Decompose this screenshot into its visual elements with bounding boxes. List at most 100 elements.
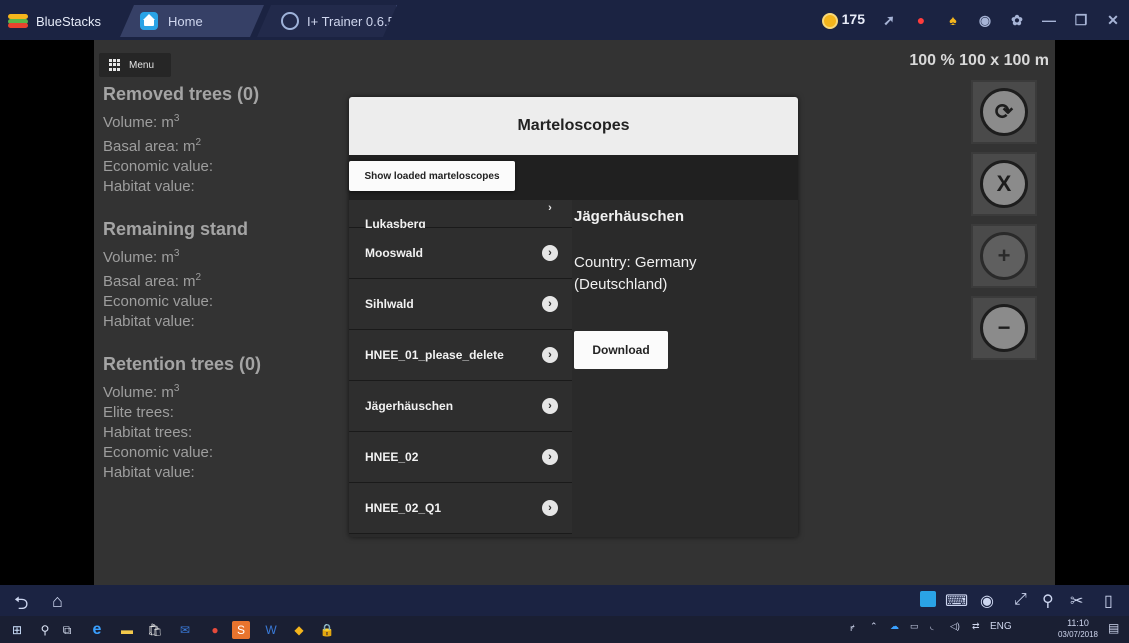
download-button[interactable]: Download [574, 331, 668, 369]
clock[interactable]: 11:10 03/07/2018 [1056, 618, 1100, 640]
home-icon [140, 12, 158, 30]
menu-button[interactable]: Menu [99, 53, 171, 77]
lock-icon[interactable]: 🔒 [318, 621, 336, 639]
bluestacks-titlebar: BlueStacks Home I+ Trainer 0.6.5 175 ➚ ●… [0, 0, 1129, 40]
remaining-stand-title: Remaining stand [103, 219, 249, 239]
remaining-economic: Economic value: [103, 293, 214, 310]
people-icon[interactable]: ꝵ [850, 621, 855, 634]
chevron-up-icon[interactable]: ⌃ [870, 621, 878, 632]
volume-icon[interactable]: ◁) [950, 621, 960, 632]
retention-volume: Volume: m3 [103, 383, 180, 401]
removed-basal-area: Basal area: m2 [103, 137, 202, 155]
titlebar-controls: 175 ➚ ● ♠ ◉ ✿ — ❐ ✕ [821, 8, 1121, 32]
keyboard-icon[interactable]: ⌨ [945, 591, 968, 611]
remaining-basal-area: Basal area: m2 [103, 272, 202, 290]
refresh-button[interactable]: ⟳ [971, 80, 1037, 144]
tab-home[interactable]: Home [120, 5, 264, 37]
list-item[interactable]: HNEE_01_please_delete › [349, 330, 572, 381]
list-item-label: HNEE_02 [365, 450, 419, 464]
edge-icon[interactable]: e [88, 621, 106, 639]
gear-icon[interactable]: ✿ [1009, 12, 1025, 28]
chevron-right-icon: › [542, 449, 558, 465]
tab-label: I+ Trainer 0.6.5 [307, 13, 395, 29]
store-icon[interactable]: 🛍 [146, 621, 164, 639]
list-item[interactable]: HNEE_02 › [349, 432, 572, 483]
file-explorer-icon[interactable]: ▬ [118, 621, 136, 639]
screen: BlueStacks Home I+ Trainer 0.6.5 175 ➚ ●… [0, 0, 1129, 643]
list-item-label: HNEE_01_please_delete [365, 348, 504, 362]
chevron-right-icon: › [548, 202, 552, 214]
restore-icon[interactable]: ❐ [1073, 12, 1089, 28]
chevron-right-icon: › [542, 245, 558, 261]
grid-menu-icon [109, 59, 121, 71]
removed-volume: Volume: m3 [103, 113, 180, 131]
list-item[interactable]: Jägerhäuschen › [349, 381, 572, 432]
bluestacks-taskbar-icon[interactable]: ◆ [290, 621, 308, 639]
windows-taskbar: ⊞ ⚲ ⧉ e ▬ 🛍 ✉ ● S W ◆ 🔒 ꝵ ⌃ ☁ ▭ ◟ ◁) ⇄ E… [0, 616, 1129, 643]
close-icon[interactable]: ✕ [1105, 12, 1121, 28]
task-view-icon[interactable]: ⧉ [58, 621, 76, 639]
fullscreen-icon[interactable]: ⤢ [1014, 591, 1027, 609]
language-indicator[interactable]: ENG [990, 621, 1012, 632]
tab-label: Home [168, 13, 203, 29]
list-item[interactable]: Sihlwald › [349, 279, 572, 330]
list-item[interactable]: Lukasberg › [349, 200, 572, 231]
rotate-icon[interactable]: ▯ [1104, 591, 1113, 611]
bell-icon[interactable]: ♠ [945, 12, 961, 28]
chrome-icon[interactable]: ● [206, 621, 224, 639]
menu-label: Menu [129, 59, 155, 71]
windows-start-icon[interactable]: ⊞ [8, 621, 26, 639]
list-item-label: HNEE_02_Q1 [365, 501, 442, 515]
removed-habitat: Habitat value: [103, 178, 195, 195]
list-item-label: Sihlwald [365, 297, 414, 311]
coin-icon [821, 12, 838, 29]
retention-trees-title: Retention trees (0) [103, 354, 262, 374]
onedrive-icon[interactable]: ☁ [890, 621, 899, 632]
window-icon[interactable] [920, 591, 936, 607]
app-screen: Menu 100 % 100 x 100 m Removed trees (0)… [94, 40, 1055, 585]
bluestacks-bottom-bar: ⮌ ⌂ ⌨ ◉ ⤢ ⚲ ✂ ▯ [0, 585, 1129, 616]
list-item[interactable]: HNEE_02_Q1 › [349, 483, 572, 534]
tab-label: BlueStacks [36, 13, 102, 29]
zoom-in-button[interactable]: + [971, 224, 1037, 288]
account-icon[interactable]: ◉ [977, 12, 993, 28]
dialog-toolbar: Show loaded marteloscopes [349, 155, 798, 200]
wifi-icon[interactable]: ◟ [930, 621, 934, 632]
detail-name: Jägerhäuschen [574, 208, 685, 225]
removed-trees-group: Removed trees (0) Volume: m3 Basal area:… [103, 84, 261, 197]
scissors-icon[interactable]: ✂ [1070, 591, 1083, 611]
minimize-icon[interactable]: — [1041, 12, 1057, 28]
show-loaded-button[interactable]: Show loaded marteloscopes [349, 161, 515, 191]
remaining-stand-group: Remaining stand Volume: m3 Basal area: m… [103, 219, 261, 332]
chevron-right-icon: › [542, 398, 558, 414]
home-outline-icon[interactable]: ⌂ [52, 591, 63, 612]
location-icon[interactable]: ⚲ [1042, 591, 1054, 611]
chevron-right-icon: › [542, 296, 558, 312]
list-item[interactable]: Mooswald › [349, 228, 572, 279]
retention-trees-group: Retention trees (0) Volume: m3 Elite tre… [103, 354, 261, 483]
tab-trainer[interactable]: I+ Trainer 0.6.5 [257, 5, 397, 37]
tab-bluestacks[interactable]: BlueStacks [8, 5, 113, 37]
eye-icon[interactable]: ◉ [980, 591, 994, 611]
outlook-icon[interactable]: ✉ [176, 621, 194, 639]
marteloscopes-dialog: Marteloscopes Show loaded marteloscopes … [349, 97, 798, 537]
pin-icon[interactable]: ➚ [881, 12, 897, 28]
marteloscope-list[interactable]: Lukasberg › Mooswald › Sihlwald › HNEE_01_… [349, 200, 572, 537]
battery-icon[interactable]: ▭ [910, 621, 919, 632]
zoom-in-icon: + [980, 232, 1028, 280]
network-icon[interactable]: ⇄ [972, 621, 980, 632]
remaining-habitat: Habitat value: [103, 313, 195, 330]
search-icon[interactable]: ⚲ [36, 621, 54, 639]
clock-date: 03/07/2018 [1057, 630, 1099, 639]
x-icon: X [980, 160, 1028, 208]
word-icon[interactable]: W [262, 621, 280, 639]
zoom-out-button[interactable]: − [971, 296, 1037, 360]
notifications-icon[interactable]: ▤ [1108, 621, 1119, 635]
skype-icon[interactable]: S [232, 621, 250, 639]
retention-habitat: Habitat value: [103, 464, 195, 481]
alert-icon[interactable]: ● [913, 12, 929, 28]
cancel-button[interactable]: X [971, 152, 1037, 216]
coins-badge[interactable]: 175 [821, 11, 865, 29]
tool-buttons: ⟳ X + − [971, 80, 1037, 368]
stats-panel: Removed trees (0) Volume: m3 Basal area:… [103, 84, 261, 505]
